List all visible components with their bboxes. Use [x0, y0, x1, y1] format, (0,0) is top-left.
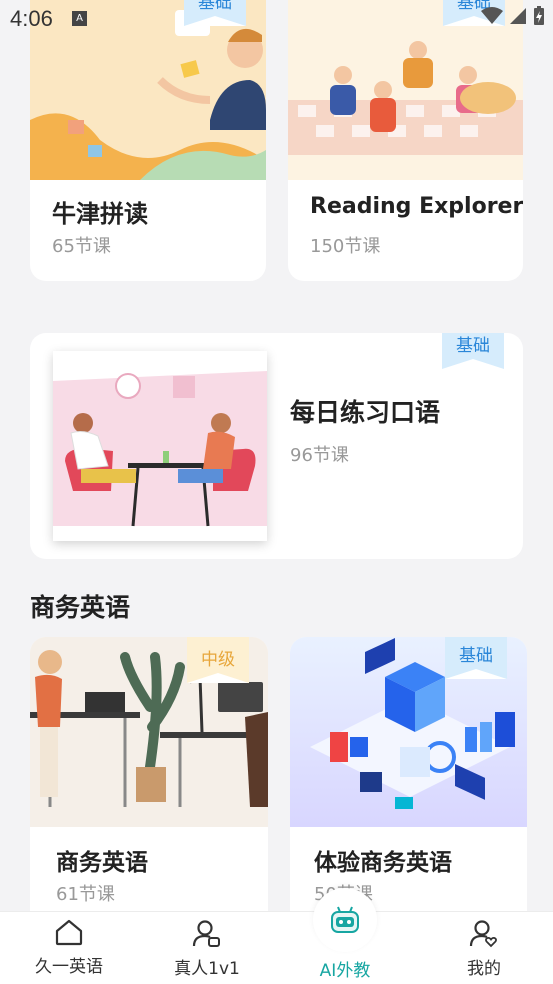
course-title: 牛津拼读 [52, 200, 148, 228]
profile-icon [469, 920, 497, 948]
nav-label: 我的 [467, 959, 501, 979]
battery-icon [534, 6, 544, 25]
nav-label: 久一英语 [35, 957, 103, 977]
level-tag-label: 中级 [201, 650, 235, 670]
course-card-business-english[interactable]: 中级 商务英语 61节课 [30, 637, 268, 937]
nav-label: 真人1v1 [174, 959, 240, 979]
daily-speaking-thumb [53, 351, 267, 541]
status-bar: 4:06 A [0, 0, 553, 36]
nav-item-ai-tutor[interactable]: AI外教 [290, 956, 400, 981]
level-tag: 基础 [445, 637, 507, 679]
nav-item-profile[interactable]: 我的 [429, 918, 539, 979]
section-heading-business: 商务英语 [30, 593, 131, 622]
ai-tutor-button[interactable] [313, 888, 377, 952]
robot-icon [331, 906, 359, 933]
notification-icon: A [72, 11, 87, 26]
lesson-count: 96节课 [290, 445, 349, 466]
bottom-nav: 久一英语 真人1v1 AI外教 我的 [0, 888, 553, 984]
lesson-count: 65节课 [52, 236, 111, 257]
status-time: 4:06 [10, 6, 53, 31]
course-title: Reading Explorer [310, 194, 523, 219]
daily-speaking-illustration [53, 351, 267, 541]
level-tag-label: 基础 [456, 336, 490, 356]
lesson-count: 61节课 [56, 884, 115, 905]
course-title: 商务英语 [56, 850, 148, 876]
course-card-phonics[interactable]: 基础 牛津拼读 65节课 [30, 0, 266, 281]
signal-icon [510, 8, 526, 24]
lesson-count: 150节课 [310, 236, 381, 257]
course-card-daily-speaking[interactable]: 基础 每日练习口语 96节课 [30, 333, 523, 559]
level-tag: 基础 [442, 333, 504, 369]
nav-item-tutor[interactable]: 真人1v1 [152, 918, 262, 979]
course-card-reading-explorer[interactable]: 基础 Reading Explorer 150节课 [288, 0, 523, 281]
home-icon [55, 919, 83, 946]
level-tag: 中级 [187, 637, 249, 683]
wifi-icon [481, 7, 503, 24]
course-card-business-trial[interactable]: 基础 体验商务英语 50节课 [290, 637, 527, 937]
nav-item-home[interactable]: 久一英语 [14, 918, 124, 977]
tutor-icon [192, 920, 220, 947]
course-title: 体验商务英语 [314, 850, 452, 876]
system-icons [481, 6, 545, 26]
nav-label: AI外教 [319, 961, 371, 981]
course-title: 每日练习口语 [290, 398, 441, 427]
level-tag-label: 基础 [459, 646, 493, 666]
